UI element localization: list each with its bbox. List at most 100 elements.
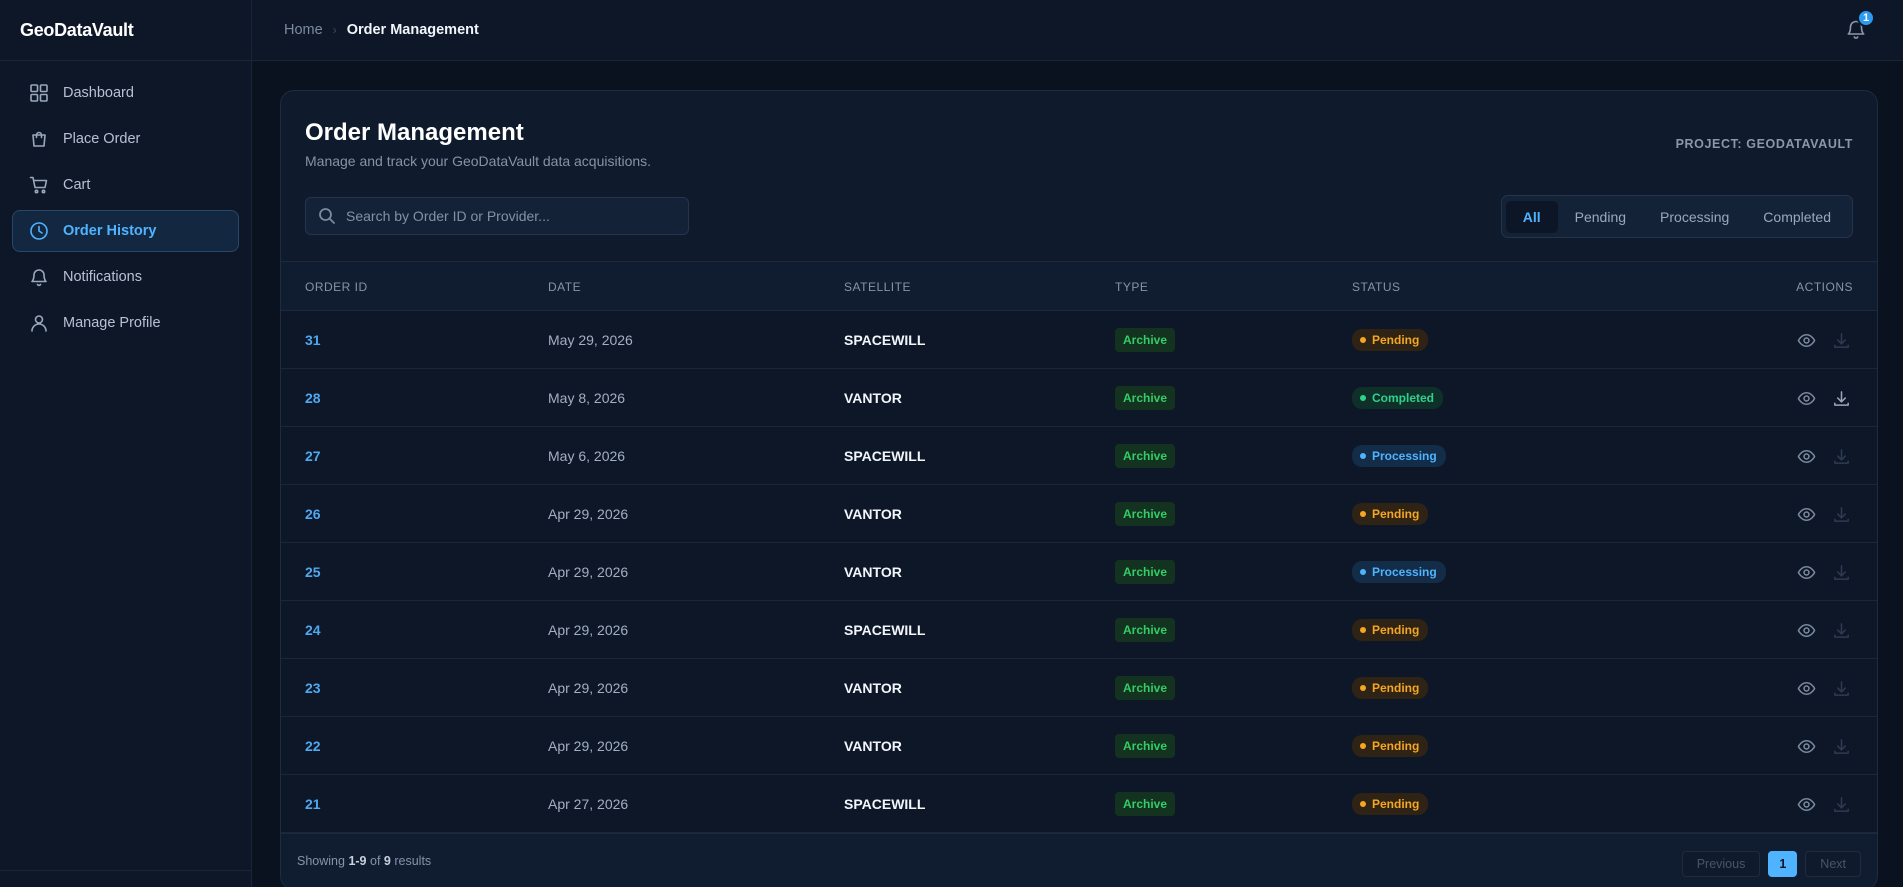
table-header: ORDER ID DATE SATELLITE TYPE STATUS ACTI…	[281, 261, 1877, 311]
notifications-button[interactable]: 1	[1845, 9, 1875, 44]
sidebar-item-label: Cart	[63, 177, 91, 193]
status-dot	[1360, 511, 1366, 517]
table-row[interactable]: 26 Apr 29, 2026 VANTOR Archive Pending	[281, 485, 1877, 543]
download-icon[interactable]	[1832, 447, 1851, 466]
next-page-button[interactable]: Next	[1805, 851, 1861, 877]
sidebar-item-place-order[interactable]: Place Order	[12, 118, 239, 160]
order-status-cell: Processing	[1352, 427, 1446, 485]
order-id-link[interactable]: 21	[305, 775, 321, 833]
search-input[interactable]	[346, 208, 688, 224]
order-id-link[interactable]: 27	[305, 427, 321, 485]
type-badge: Archive	[1115, 676, 1176, 700]
column-header-actions: ACTIONS	[1796, 280, 1853, 294]
order-id-link[interactable]: 25	[305, 543, 321, 601]
status-badge: Processing	[1352, 561, 1446, 583]
table-row[interactable]: 22 Apr 29, 2026 VANTOR Archive Pending	[281, 717, 1877, 775]
row-actions	[1797, 601, 1851, 659]
table-row[interactable]: 27 May 6, 2026 SPACEWILL Archive Processing	[281, 427, 1877, 485]
order-date: May 8, 2026	[548, 390, 626, 406]
order-id-link[interactable]: 31	[305, 311, 321, 369]
view-eye-icon[interactable]	[1797, 389, 1816, 408]
order-date: Apr 29, 2026	[548, 506, 629, 522]
table-row[interactable]: 31 May 29, 2026 SPACEWILL Archive Pending	[281, 311, 1877, 369]
breadcrumb-home[interactable]: Home	[284, 22, 323, 38]
order-id-link[interactable]: 23	[305, 659, 321, 717]
type-badge: Archive	[1115, 502, 1176, 526]
status-label: Pending	[1372, 739, 1420, 753]
status-filter-tabs: All Pending Processing Completed	[1500, 195, 1853, 238]
view-eye-icon[interactable]	[1797, 563, 1816, 582]
user-icon	[29, 313, 49, 333]
order-id-link[interactable]: 24	[305, 601, 321, 659]
download-icon[interactable]	[1832, 737, 1851, 756]
grid-icon	[29, 83, 49, 103]
order-satellite: VANTOR	[844, 680, 902, 696]
order-satellite: VANTOR	[844, 564, 902, 580]
view-eye-icon[interactable]	[1797, 621, 1816, 640]
filter-tab-all[interactable]: All	[1505, 200, 1558, 233]
download-icon[interactable]	[1832, 505, 1851, 524]
order-satellite: VANTOR	[844, 506, 902, 522]
row-actions	[1797, 369, 1851, 427]
results-total: 9	[383, 854, 391, 868]
view-eye-icon[interactable]	[1797, 795, 1816, 814]
table-row[interactable]: 25 Apr 29, 2026 VANTOR Archive Processing	[281, 543, 1877, 601]
page-button-1[interactable]: 1	[1768, 851, 1798, 877]
filter-tab-pending[interactable]: Pending	[1558, 201, 1643, 233]
order-id-link[interactable]: 26	[305, 485, 321, 543]
view-eye-icon[interactable]	[1797, 447, 1816, 466]
download-icon[interactable]	[1832, 563, 1851, 582]
view-eye-icon[interactable]	[1797, 505, 1816, 524]
table-row[interactable]: 28 May 8, 2026 VANTOR Archive Completed	[281, 369, 1877, 427]
sidebar-item-label: Place Order	[63, 131, 141, 147]
view-eye-icon[interactable]	[1797, 679, 1816, 698]
breadcrumb-separator: ›	[332, 23, 337, 37]
status-label: Completed	[1372, 391, 1435, 405]
order-id-link[interactable]: 22	[305, 717, 321, 775]
order-satellite: VANTOR	[844, 390, 902, 406]
sidebar-item-notifications[interactable]: Notifications	[12, 256, 239, 298]
type-badge: Archive	[1115, 560, 1176, 584]
sidebar-item-manage-profile[interactable]: Manage Profile	[12, 302, 239, 344]
order-status-cell: Pending	[1352, 659, 1429, 717]
column-header-status[interactable]: STATUS	[1352, 280, 1401, 294]
view-eye-icon[interactable]	[1797, 737, 1816, 756]
column-header-type[interactable]: TYPE	[1115, 280, 1148, 294]
brand-logo[interactable]: GeoDataVault	[0, 0, 251, 61]
order-satellite: SPACEWILL	[844, 332, 926, 348]
status-label: Processing	[1372, 565, 1437, 579]
table-row[interactable]: 23 Apr 29, 2026 VANTOR Archive Pending	[281, 659, 1877, 717]
download-icon[interactable]	[1832, 795, 1851, 814]
filter-tab-processing[interactable]: Processing	[1643, 201, 1746, 233]
column-header-satellite[interactable]: SATELLITE	[844, 280, 911, 294]
order-satellite: SPACEWILL	[844, 448, 926, 464]
table-row[interactable]: 21 Apr 27, 2026 SPACEWILL Archive Pending	[281, 775, 1877, 833]
download-icon[interactable]	[1832, 679, 1851, 698]
column-header-order-id[interactable]: ORDER ID	[305, 280, 368, 294]
table-row[interactable]: 24 Apr 29, 2026 SPACEWILL Archive Pending	[281, 601, 1877, 659]
order-status-cell: Pending	[1352, 485, 1429, 543]
download-icon[interactable]	[1832, 389, 1851, 408]
breadcrumb-current: Order Management	[346, 22, 479, 38]
top-header: Home › Order Management 1	[252, 0, 1903, 61]
status-label: Pending	[1372, 681, 1420, 695]
column-header-date[interactable]: DATE	[548, 280, 581, 294]
order-id-link[interactable]: 28	[305, 369, 321, 427]
sidebar-divider	[0, 870, 251, 871]
bell-icon	[29, 267, 49, 287]
order-type-cell: Archive	[1115, 369, 1176, 427]
view-eye-icon[interactable]	[1797, 331, 1816, 350]
previous-page-button[interactable]: Previous	[1681, 851, 1761, 877]
filter-tab-completed[interactable]: Completed	[1746, 201, 1848, 233]
type-badge: Archive	[1115, 618, 1176, 642]
download-icon[interactable]	[1832, 621, 1851, 640]
order-date: Apr 29, 2026	[548, 564, 629, 580]
sidebar-item-order-history[interactable]: Order History	[12, 210, 239, 252]
bell-icon	[1845, 20, 1867, 44]
order-type-cell: Archive	[1115, 485, 1176, 543]
sidebar-item-cart[interactable]: Cart	[12, 164, 239, 206]
sidebar-item-dashboard[interactable]: Dashboard	[12, 72, 239, 114]
search-box[interactable]	[305, 197, 689, 235]
status-badge: Completed	[1352, 387, 1444, 409]
download-icon[interactable]	[1832, 331, 1851, 350]
